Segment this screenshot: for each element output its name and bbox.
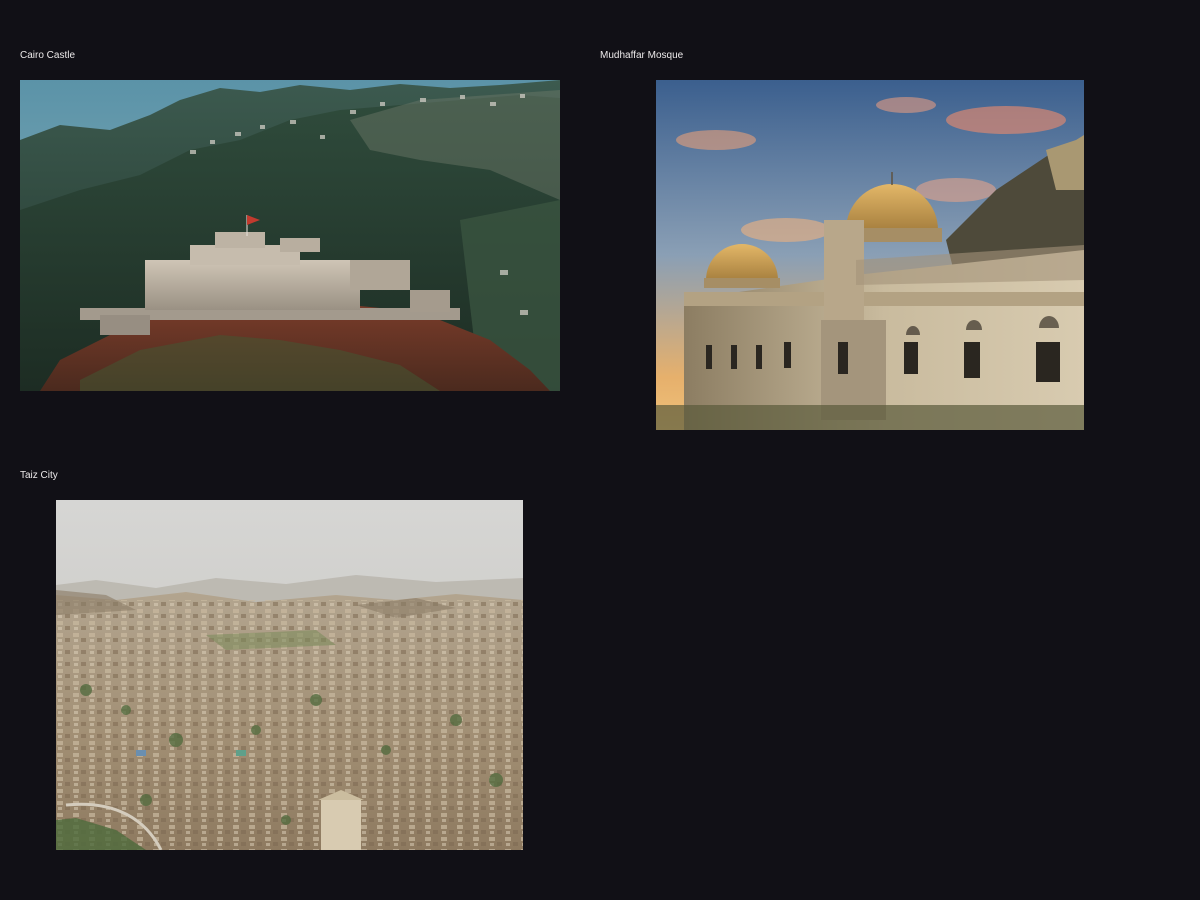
castle-photo-graphic — [20, 80, 560, 391]
caption-taiz-city: Taiz City — [20, 470, 58, 481]
castle-on-mountain-photo — [20, 80, 560, 391]
mosque-photo-graphic — [656, 80, 1084, 430]
city-photo-graphic — [56, 500, 523, 850]
caption-cairo-castle: Cairo Castle — [20, 50, 76, 61]
caption-mudhaffar-mosque: Mudhaffar Mosque — [600, 50, 684, 61]
aerial-city-view-photo — [56, 500, 523, 850]
domed-mosque-at-sunset-photo — [656, 80, 1084, 430]
gallery-page: Cairo Castle Mudhaffar Mosque Taiz City — [0, 0, 1200, 900]
